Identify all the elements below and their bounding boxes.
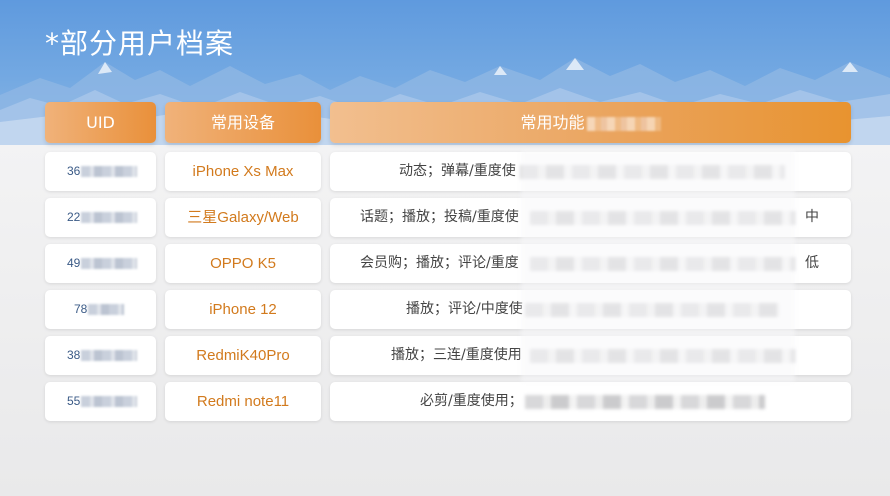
features-text: 话题；播放；投稿/重度使 <box>360 209 519 225</box>
features-text: 播放；三连/重度使用 <box>391 347 522 363</box>
header-features: 常用功能 <box>330 102 851 143</box>
redaction-overlay <box>521 150 795 382</box>
usage-level: 中 <box>805 209 819 225</box>
table-row: 55 Redmi note11 必剪/重度使用； <box>45 382 851 421</box>
device-cell: 三星Galaxy/Web <box>165 198 321 237</box>
uid-cell: 36 <box>45 152 156 191</box>
features-cell: 必剪/重度使用； <box>330 382 851 421</box>
uid-prefix: 55 <box>67 394 81 408</box>
redacted-blur <box>81 258 138 270</box>
redacted-blur <box>81 350 138 362</box>
redacted-blur <box>586 116 661 131</box>
uid-prefix: 36 <box>67 164 81 178</box>
header-features-label: 常用功能 <box>520 113 585 132</box>
uid-cell: 22 <box>45 198 156 237</box>
redacted-blur <box>525 395 765 409</box>
device-cell: Redmi note11 <box>165 382 321 421</box>
uid-cell: 38 <box>45 336 156 375</box>
usage-level: 低 <box>805 255 819 271</box>
device-cell: iPhone Xs Max <box>165 152 321 191</box>
redacted-blur <box>88 304 125 316</box>
uid-prefix: 38 <box>67 348 81 362</box>
header-device: 常用设备 <box>165 102 321 143</box>
uid-cell: 49 <box>45 244 156 283</box>
uid-prefix: 49 <box>67 256 81 270</box>
device-cell: OPPO K5 <box>165 244 321 283</box>
features-text: 必剪/重度使用； <box>420 393 523 409</box>
uid-cell: 55 <box>45 382 156 421</box>
uid-cell: 78 <box>45 290 156 329</box>
features-text: 会员购；播放；评论/重度 <box>360 255 519 271</box>
redacted-blur <box>81 396 138 408</box>
page-title: *部分用户档案 <box>45 27 235 60</box>
header-uid: UID <box>45 102 156 143</box>
redacted-blur <box>81 212 138 224</box>
user-profile-table: UID 常用设备 常用功能 36 iPhone Xs Max 动态；弹幕/重度使… <box>45 102 851 421</box>
features-text: 动态；弹幕/重度使 <box>399 163 516 179</box>
redacted-blur <box>81 166 138 178</box>
features-text: 播放；评论/中度使 <box>406 301 523 317</box>
uid-prefix: 78 <box>74 302 88 316</box>
device-cell: iPhone 12 <box>165 290 321 329</box>
table-header: UID 常用设备 常用功能 <box>45 102 851 143</box>
uid-prefix: 22 <box>67 210 81 224</box>
device-cell: RedmiK40Pro <box>165 336 321 375</box>
